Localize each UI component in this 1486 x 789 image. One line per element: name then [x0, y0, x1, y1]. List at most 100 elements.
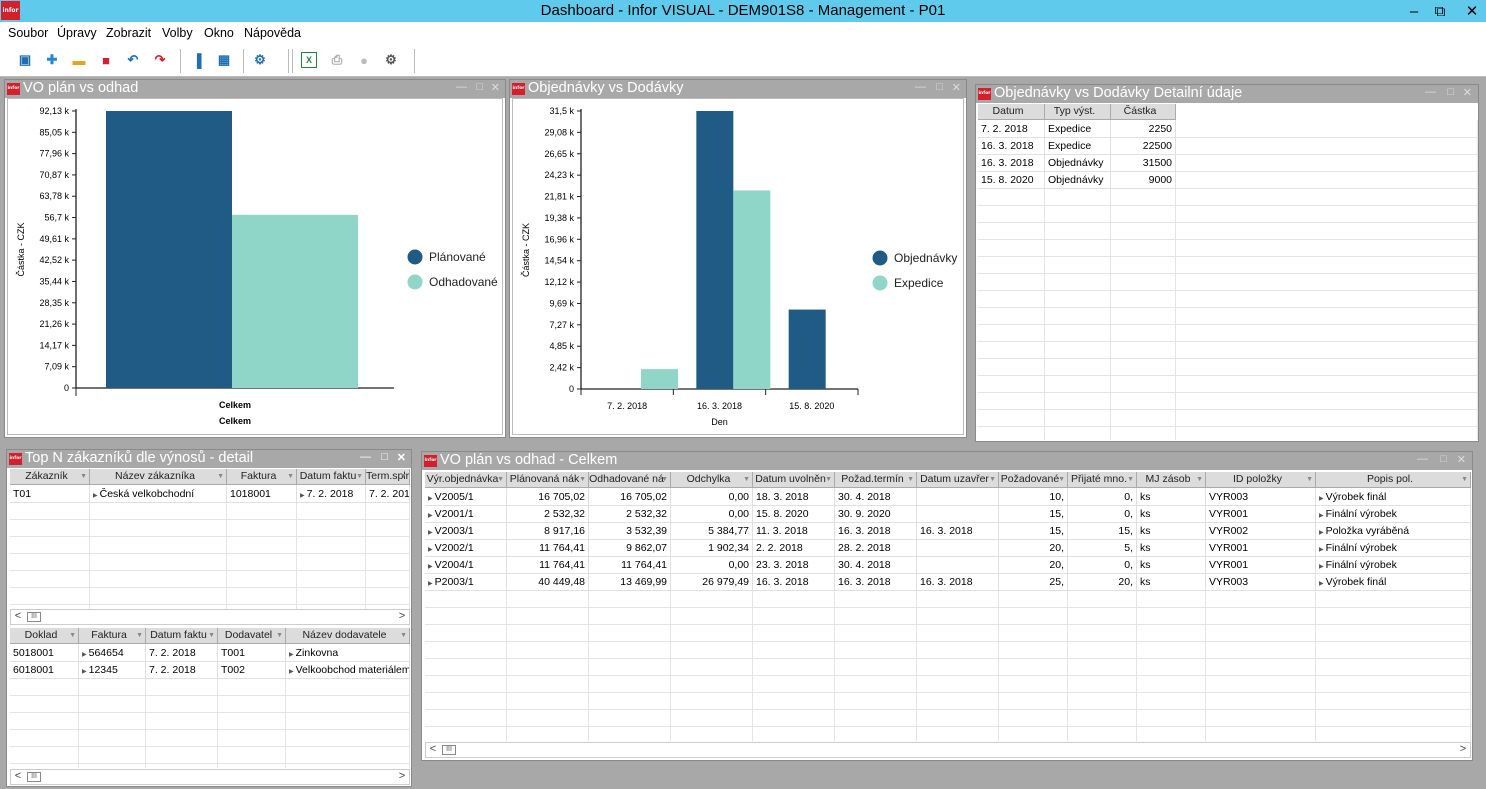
horizontal-scrollbar[interactable]: < III >: [425, 742, 1471, 758]
bar-Objednávky[interactable]: [788, 309, 826, 389]
gear-icon[interactable]: ⚙: [383, 52, 399, 68]
sort-arrow-icon[interactable]: ▼: [356, 469, 363, 484]
minimize-icon[interactable]: —: [1417, 453, 1428, 465]
sort-arrow-icon[interactable]: ▼: [1058, 472, 1065, 487]
expand-arrow-icon[interactable]: ▶: [1319, 581, 1324, 587]
print-icon[interactable]: ⎙: [329, 52, 345, 68]
bar-Expedice[interactable]: [733, 190, 771, 389]
table-row[interactable]: 5018001 ▶ 564654 7. 2. 2018 T001 ▶ Zinkovna: [10, 645, 410, 662]
expand-arrow-icon[interactable]: ▶: [1319, 564, 1324, 570]
menu-okno[interactable]: Okno: [204, 26, 234, 40]
scroll-left-icon[interactable]: <: [426, 743, 440, 757]
maximize-icon[interactable]: □: [381, 451, 388, 463]
table-grid-icon[interactable]: ▦: [216, 52, 232, 68]
column-header[interactable]: Název zákazníka ▼: [90, 469, 227, 485]
scroll-thumb[interactable]: III: [27, 612, 41, 622]
sort-arrow-icon[interactable]: ▼: [1196, 472, 1203, 487]
horizontal-scrollbar[interactable]: < III >: [10, 769, 410, 785]
table-row[interactable]: ▶ V2005/1 16 705,02 16 705,02 0,00 18. 3. 201…: [425, 489, 1471, 506]
scroll-thumb[interactable]: III: [442, 745, 456, 755]
bar-Odhadované[interactable]: [232, 214, 358, 388]
menu-zobrazit[interactable]: Zobrazit: [106, 26, 151, 40]
table-row[interactable]: 15. 8. 2020 Objednávky 9000: [978, 172, 1478, 189]
close-icon[interactable]: ✕: [1458, 0, 1486, 22]
expand-arrow-icon[interactable]: ▶: [428, 581, 433, 587]
sort-arrow-icon[interactable]: ▼: [1127, 472, 1134, 487]
close-icon[interactable]: ✕: [1463, 86, 1472, 99]
sort-arrow-icon[interactable]: ▼: [69, 628, 76, 643]
column-header[interactable]: Doklad ▼: [10, 628, 79, 644]
column-header[interactable]: Datum faktu ▼: [146, 628, 218, 644]
column-header[interactable]: Plánovaná nák ▼: [507, 472, 589, 488]
table-row[interactable]: ▶ V2003/1 8 917,16 3 532,39 5 384,77 11. 3. 2…: [425, 523, 1471, 540]
close-icon[interactable]: ✕: [491, 81, 500, 94]
horizontal-scrollbar[interactable]: < III >: [10, 609, 410, 625]
table-row[interactable]: ▶ P2003/1 40 449,48 13 469,99 26 979,49 16. 3…: [425, 574, 1471, 591]
sort-arrow-icon[interactable]: ▼: [743, 472, 750, 487]
maximize-icon[interactable]: □: [1440, 453, 1447, 465]
table-row[interactable]: 16. 3. 2018 Expedice 22500: [978, 138, 1478, 155]
scroll-left-icon[interactable]: <: [11, 610, 25, 624]
table-row[interactable]: ▶ V2002/1 11 764,41 9 862,07 1 902,34 2. 2. 2…: [425, 540, 1471, 557]
expand-arrow-icon[interactable]: ▶: [82, 669, 87, 675]
bar-Plánované[interactable]: [106, 111, 232, 388]
expand-arrow-icon[interactable]: ▶: [1319, 547, 1324, 553]
restore-icon[interactable]: ⧉: [1426, 0, 1454, 22]
expand-arrow-icon[interactable]: ▶: [300, 493, 305, 499]
expand-arrow-icon[interactable]: ▶: [428, 564, 433, 570]
expand-arrow-icon[interactable]: ▶: [1319, 513, 1324, 519]
sort-arrow-icon[interactable]: ▼: [497, 472, 504, 487]
new-icon[interactable]: ✚: [44, 52, 60, 68]
menu-soubor[interactable]: Soubor: [8, 26, 48, 40]
column-header[interactable]: Výr.objednávka ▼: [425, 472, 507, 488]
close-icon[interactable]: ✕: [952, 81, 961, 94]
scroll-right-icon[interactable]: >: [1456, 743, 1470, 757]
menu-napoveda[interactable]: Nápověda: [244, 26, 301, 40]
close-icon[interactable]: ✕: [397, 451, 406, 464]
undo-icon[interactable]: ↶: [125, 52, 141, 68]
close-icon[interactable]: ✕: [1457, 453, 1466, 466]
expand-arrow-icon[interactable]: ▶: [93, 493, 98, 499]
expand-arrow-icon[interactable]: ▶: [428, 513, 433, 519]
maximize-icon[interactable]: □: [936, 81, 943, 93]
sort-arrow-icon[interactable]: ▼: [136, 628, 143, 643]
chart-icon[interactable]: ▐: [189, 52, 205, 68]
sort-arrow-icon[interactable]: ▼: [1461, 472, 1468, 487]
menu-upravy[interactable]: Úpravy: [57, 26, 97, 40]
table-row[interactable]: ▶ V2004/1 11 764,41 11 764,41 0,00 23. 3. 201…: [425, 557, 1471, 574]
column-header[interactable]: Požadované ▼: [999, 472, 1068, 488]
bar-Objednávky[interactable]: [696, 111, 734, 389]
column-header[interactable]: Term.splr ▼: [366, 469, 410, 485]
minimize-icon[interactable]: —: [915, 81, 926, 93]
minimize-icon[interactable]: —: [1425, 86, 1436, 98]
column-header[interactable]: Typ výst.: [1045, 104, 1111, 120]
sort-arrow-icon[interactable]: ▼: [579, 472, 586, 487]
column-header[interactable]: Popis pol. ▼: [1316, 472, 1471, 488]
sort-arrow-icon[interactable]: ▼: [400, 469, 407, 484]
open-folder-icon[interactable]: ▬: [71, 52, 87, 68]
column-header[interactable]: Název dodavatele ▼: [286, 628, 410, 644]
column-header[interactable]: Datum uzavřer ▼: [917, 472, 999, 488]
column-header[interactable]: ID položky ▼: [1206, 472, 1316, 488]
expand-arrow-icon[interactable]: ▶: [82, 652, 87, 658]
column-header[interactable]: Přijaté mno. ▼: [1068, 472, 1137, 488]
table-row[interactable]: 7. 2. 2018 Expedice 2250: [978, 121, 1478, 138]
redo-icon[interactable]: ↷: [152, 52, 168, 68]
sort-arrow-icon[interactable]: ▼: [208, 628, 215, 643]
sort-arrow-icon[interactable]: ▼: [217, 469, 224, 484]
table-row[interactable]: ▶ V2001/1 2 532,32 2 532,32 0,00 15. 8. 2020 3…: [425, 506, 1471, 523]
sort-arrow-icon[interactable]: ▼: [825, 472, 832, 487]
sort-arrow-icon[interactable]: ▼: [1306, 472, 1313, 487]
column-header[interactable]: Datum uvolněn ▼: [753, 472, 835, 488]
maximize-icon[interactable]: □: [476, 81, 483, 93]
sort-arrow-icon[interactable]: ▼: [287, 469, 294, 484]
column-header[interactable]: Dodavatel ▼: [218, 628, 286, 644]
menu-volby[interactable]: Volby: [162, 26, 193, 40]
sort-arrow-icon[interactable]: ▼: [661, 472, 668, 487]
expand-arrow-icon[interactable]: ▶: [289, 669, 294, 675]
expand-arrow-icon[interactable]: ▶: [428, 496, 433, 502]
column-header[interactable]: Faktura ▼: [227, 469, 297, 485]
minimize-icon[interactable]: —: [456, 81, 467, 93]
scroll-left-icon[interactable]: <: [11, 770, 25, 784]
scroll-thumb[interactable]: III: [27, 772, 41, 782]
